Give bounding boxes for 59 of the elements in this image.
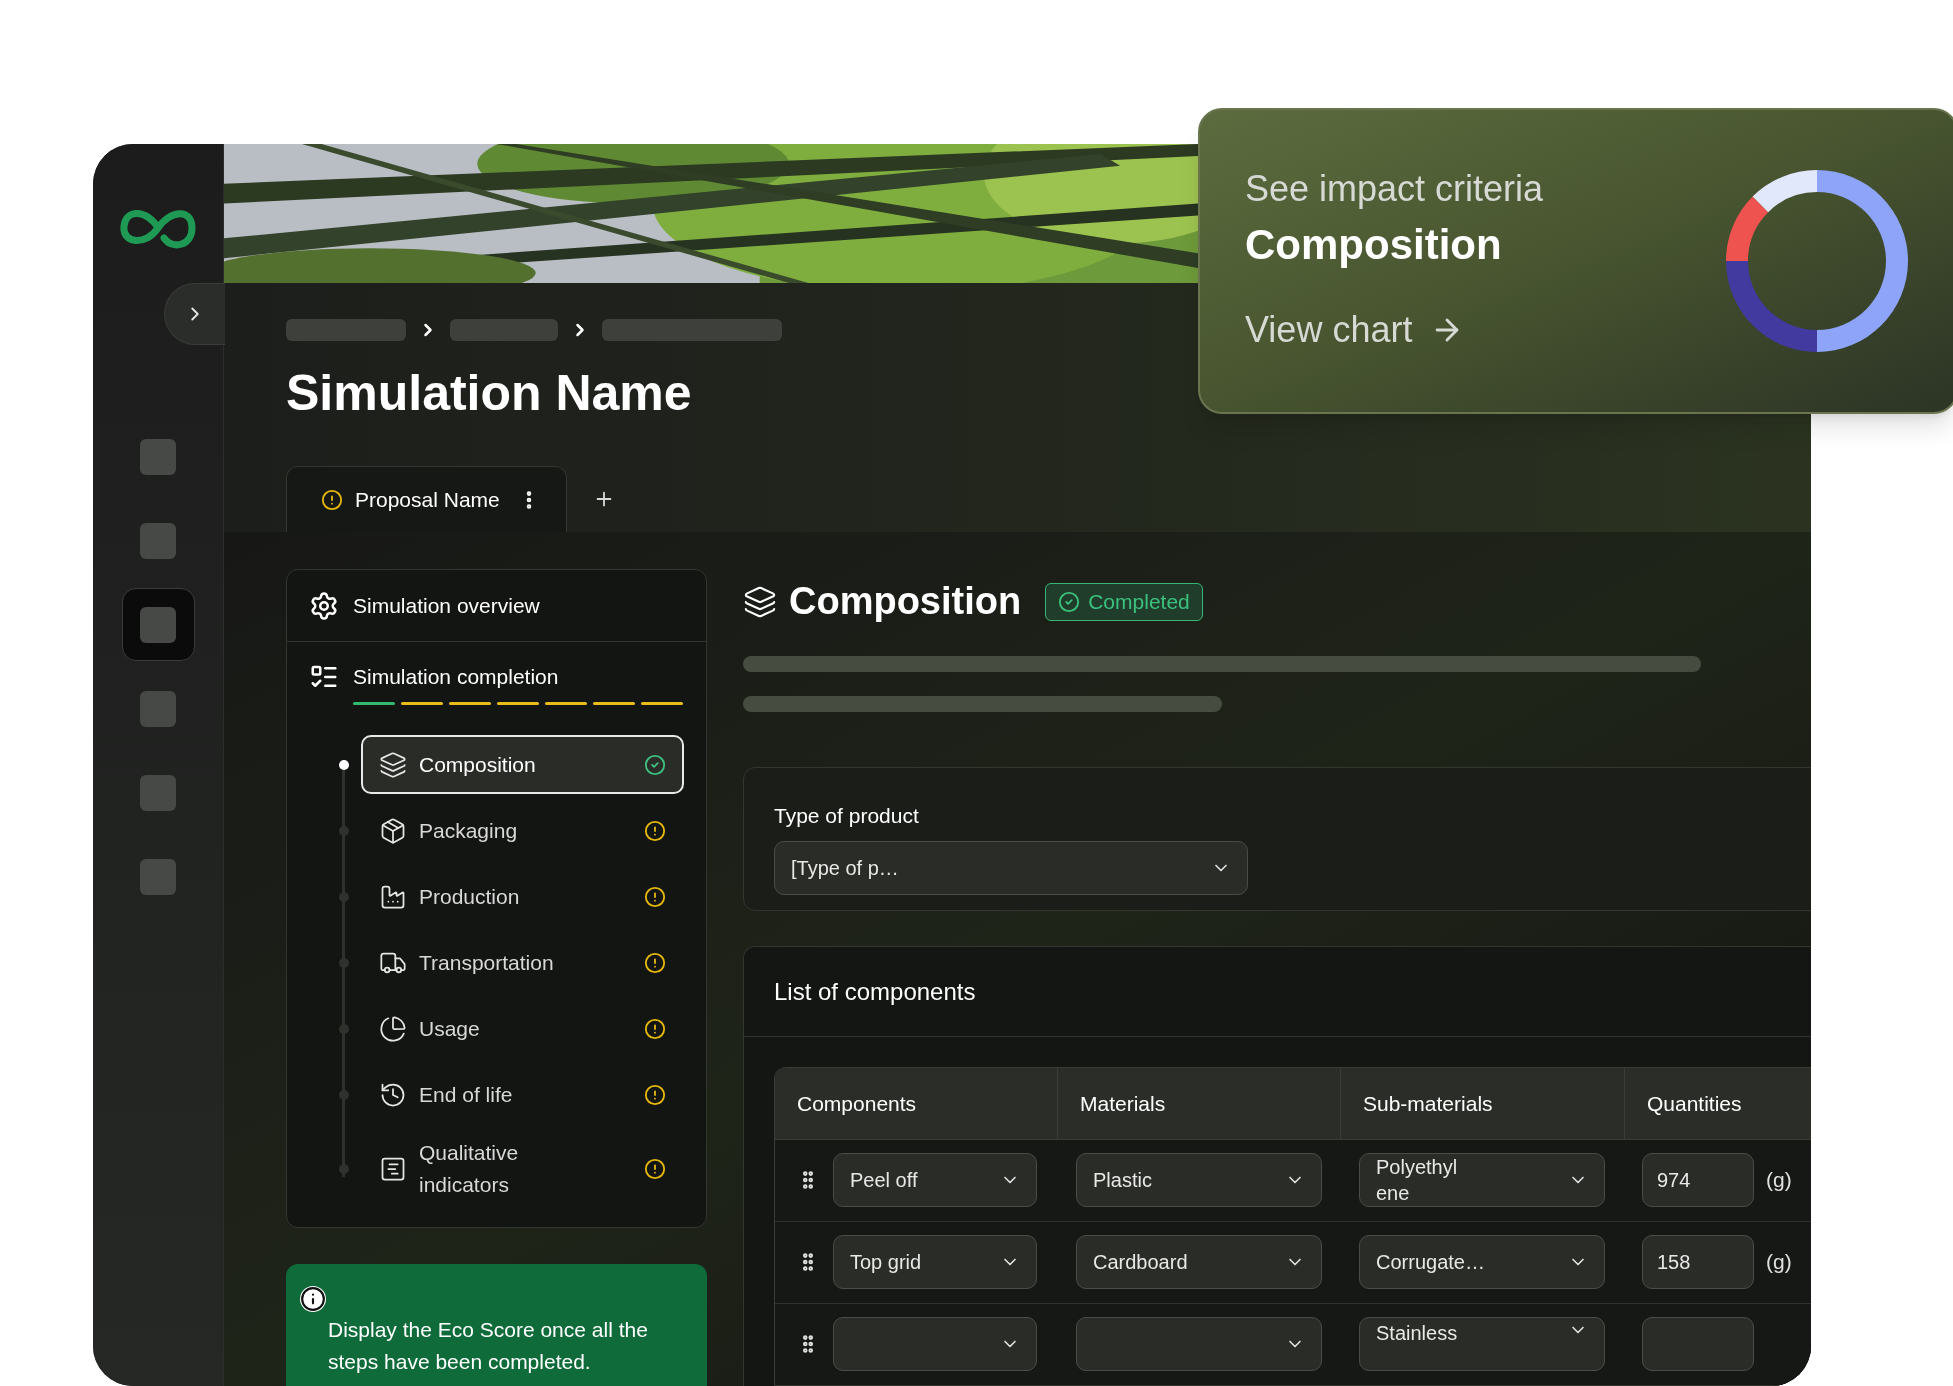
step-item[interactable]: Qualitative indicators [361,1131,684,1207]
quantity-input[interactable]: 158 [1642,1235,1754,1289]
tab-label: Proposal Name [355,486,500,513]
placeholder-icon [140,774,176,811]
settings-icon [309,590,339,621]
placeholder-icon [140,690,176,727]
field-label: Type of product [774,802,920,829]
rail-item[interactable] [121,588,195,661]
column-header: Quantities [1624,1068,1811,1139]
quantity-input[interactable]: 974 [1642,1153,1754,1207]
product-type-select[interactable]: [Type of p… [774,841,1248,896]
sub-material-select[interactable]: Stainless [1359,1317,1605,1371]
breadcrumb-placeholder[interactable] [450,319,558,341]
material-select[interactable]: Plastic [1076,1153,1322,1207]
component-select[interactable]: Peel off [833,1153,1037,1207]
status-badge: Completed [1045,582,1203,621]
placeholder-icon [140,858,176,895]
eco-score-message: Display the Eco Score once all the steps have been completed. [328,1317,649,1375]
page-title: Simulation Name [286,364,693,423]
impact-card[interactable]: See impact criteria Composition View chart [1198,108,1953,414]
step-item[interactable]: End of life [361,1065,684,1124]
step-item[interactable]: Production [361,867,684,926]
impact-eyebrow: See impact criteria [1245,167,1544,211]
expand-button[interactable] [164,283,225,345]
step-item[interactable]: Composition [361,735,684,794]
step-item[interactable]: Usage [361,999,684,1058]
column-header: Materials [1057,1068,1340,1139]
section-title: Composition [789,579,1022,624]
view-chart-link[interactable]: View chart [1245,303,1544,357]
column-header: Components [796,1090,918,1117]
step-icon [379,816,407,845]
step-icon [379,1014,407,1043]
placeholder-icon [140,438,176,475]
impact-title: Composition [1245,220,1503,270]
completion-title: Simulation completion [353,664,560,690]
unit-label: (g) [1766,1249,1792,1276]
breadcrumb-placeholder[interactable] [286,319,406,341]
placeholder-icon [140,606,176,643]
info-icon [300,1286,326,1312]
proposal-tab[interactable]: Proposal Name [286,466,567,532]
step-item[interactable]: Transportation [361,933,684,992]
sub-material-select[interactable]: Polyethyl ene [1359,1153,1605,1207]
material-select[interactable]: Cardboard [1076,1235,1322,1289]
check-circle-icon [1058,590,1081,613]
card-title: List of components [774,976,976,1007]
quantity-input[interactable] [1642,1317,1754,1371]
component-select[interactable] [833,1317,1037,1371]
placeholder-icon [140,522,176,559]
layers-icon [743,584,777,619]
step-icon [379,750,407,779]
step-icon [379,1155,407,1183]
sub-material-select[interactable]: Corrugate… [1359,1235,1605,1289]
breadcrumb-placeholder[interactable] [602,319,782,341]
unit-label: (g) [1766,1167,1792,1194]
column-header: Sub-materials [1340,1068,1624,1139]
material-select[interactable] [1076,1317,1322,1371]
component-select[interactable]: Top grid [833,1235,1037,1289]
overview-item[interactable]: Simulation overview [287,570,706,642]
step-item[interactable]: Packaging [361,801,684,860]
